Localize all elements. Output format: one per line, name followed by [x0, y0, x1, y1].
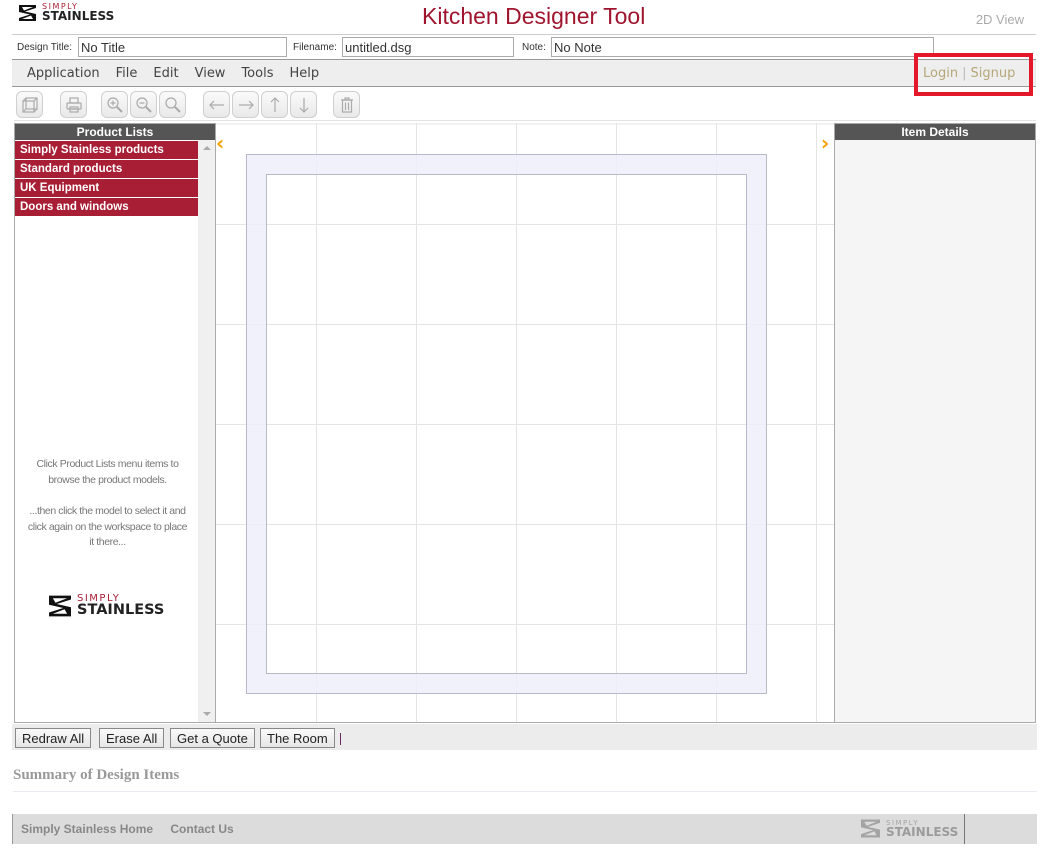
- note-label: Note:: [522, 42, 546, 53]
- print-button[interactable]: [60, 91, 87, 118]
- panel-logo: SIMPLY STAINLESS: [49, 594, 164, 618]
- logo-stainless-text: STAINLESS: [886, 826, 958, 838]
- product-list-item[interactable]: Doors and windows: [15, 198, 199, 216]
- auth-links: Login | Signup: [923, 66, 1015, 81]
- menu-bar: Application File Edit View Tools Help Lo…: [12, 59, 1036, 87]
- zoom-in-button[interactable]: [101, 91, 128, 118]
- login-link[interactable]: Login: [923, 66, 958, 81]
- filename-input[interactable]: [342, 37, 514, 57]
- footer-logo[interactable]: SIMPLY STAINLESS: [861, 819, 958, 838]
- get-quote-button[interactable]: Get a Quote: [170, 728, 255, 748]
- zoom-out-button[interactable]: [130, 91, 157, 118]
- erase-all-button[interactable]: Erase All: [99, 728, 164, 748]
- auth-separator: |: [962, 66, 966, 81]
- toolbar: [14, 90, 1036, 120]
- cube-icon: [21, 96, 39, 114]
- footer-home-link[interactable]: Simply Stainless Home: [21, 822, 153, 836]
- product-lists-header: Product Lists: [15, 124, 215, 140]
- product-list-item[interactable]: Simply Stainless products: [15, 141, 199, 159]
- header: SIMPLY STAINLESS Kitchen Designer Tool 2…: [0, 0, 1047, 33]
- product-list: Simply Stainless products Standard produ…: [15, 141, 199, 217]
- move-down-button[interactable]: [290, 91, 317, 118]
- menu-file[interactable]: File: [116, 66, 138, 81]
- menu-help[interactable]: Help: [289, 66, 319, 81]
- magnifier-icon: [164, 96, 182, 114]
- scroll-up-arrow-icon[interactable]: [203, 146, 211, 150]
- collapse-left-panel-chevron-icon[interactable]: ‹: [216, 133, 224, 153]
- help-text-place: ...then click the model to select it and…: [25, 504, 190, 551]
- design-title-label: Design Title:: [17, 42, 72, 53]
- menu-application[interactable]: Application: [27, 66, 100, 81]
- logo-mark-icon: [861, 819, 880, 838]
- filename-label: Filename:: [293, 42, 337, 53]
- move-up-button[interactable]: [261, 91, 288, 118]
- help-text-browse: Click Product Lists menu items to browse…: [25, 457, 190, 488]
- product-list-item[interactable]: Standard products: [15, 160, 199, 178]
- footer: Simply Stainless Home Contact Us SIMPLY …: [12, 814, 1037, 844]
- footer-divider: [964, 814, 965, 844]
- item-details-header: Item Details: [835, 124, 1035, 140]
- collapse-right-panel-chevron-icon[interactable]: ›: [821, 133, 829, 153]
- view-mode-label: 2D View: [976, 12, 1024, 27]
- arrow-right-icon: [237, 96, 255, 114]
- zoom-out-icon: [135, 96, 153, 114]
- summary-title: Summary of Design Items: [13, 767, 179, 784]
- action-bar: Redraw All Erase All Get a Quote The Roo…: [12, 724, 1037, 750]
- summary-divider: [13, 791, 1037, 792]
- zoom-in-icon: [106, 96, 124, 114]
- app-title: Kitchen Designer Tool: [422, 3, 645, 30]
- design-title-input[interactable]: [78, 37, 287, 57]
- design-workspace[interactable]: ‹ ›: [216, 123, 835, 723]
- product-list-scrollbar[interactable]: [198, 140, 215, 722]
- help-text: Click Product Lists menu items to browse…: [25, 457, 190, 551]
- menu-tools[interactable]: Tools: [241, 66, 273, 81]
- redraw-all-button[interactable]: Redraw All: [15, 728, 91, 748]
- the-room-button[interactable]: The Room: [260, 728, 335, 748]
- arrow-up-icon: [266, 96, 284, 114]
- trash-icon: [338, 96, 356, 114]
- product-list-item[interactable]: UK Equipment: [15, 179, 199, 197]
- logo-stainless-text: STAINLESS: [77, 603, 164, 618]
- delete-button[interactable]: [333, 91, 360, 118]
- arrow-left-icon: [208, 96, 226, 114]
- footer-contact-link[interactable]: Contact Us: [170, 822, 233, 836]
- 3d-view-button[interactable]: [16, 91, 43, 118]
- workspace-grid[interactable]: [216, 123, 835, 723]
- brand-logo[interactable]: SIMPLY STAINLESS: [19, 3, 114, 22]
- logo-stainless-text: STAINLESS: [42, 10, 114, 22]
- logo-mark-icon: [19, 5, 36, 21]
- toolbar-divider: [14, 120, 1036, 121]
- move-right-button[interactable]: [232, 91, 259, 118]
- design-info-row: Design Title: Filename: Note:: [12, 34, 1036, 58]
- move-left-button[interactable]: [203, 91, 230, 118]
- logo-mark-icon: [49, 595, 71, 617]
- arrow-down-icon: [295, 96, 313, 114]
- note-input[interactable]: [551, 37, 934, 57]
- scroll-down-arrow-icon[interactable]: [203, 712, 211, 716]
- text-cursor: [340, 733, 341, 745]
- menu-edit[interactable]: Edit: [153, 66, 178, 81]
- item-details-panel: Item Details: [834, 123, 1036, 723]
- printer-icon: [65, 96, 83, 114]
- zoom-reset-button[interactable]: [159, 91, 186, 118]
- signup-link[interactable]: Signup: [970, 66, 1015, 81]
- product-lists-panel: Product Lists Simply Stainless products …: [14, 123, 216, 723]
- menu-view[interactable]: View: [195, 66, 226, 81]
